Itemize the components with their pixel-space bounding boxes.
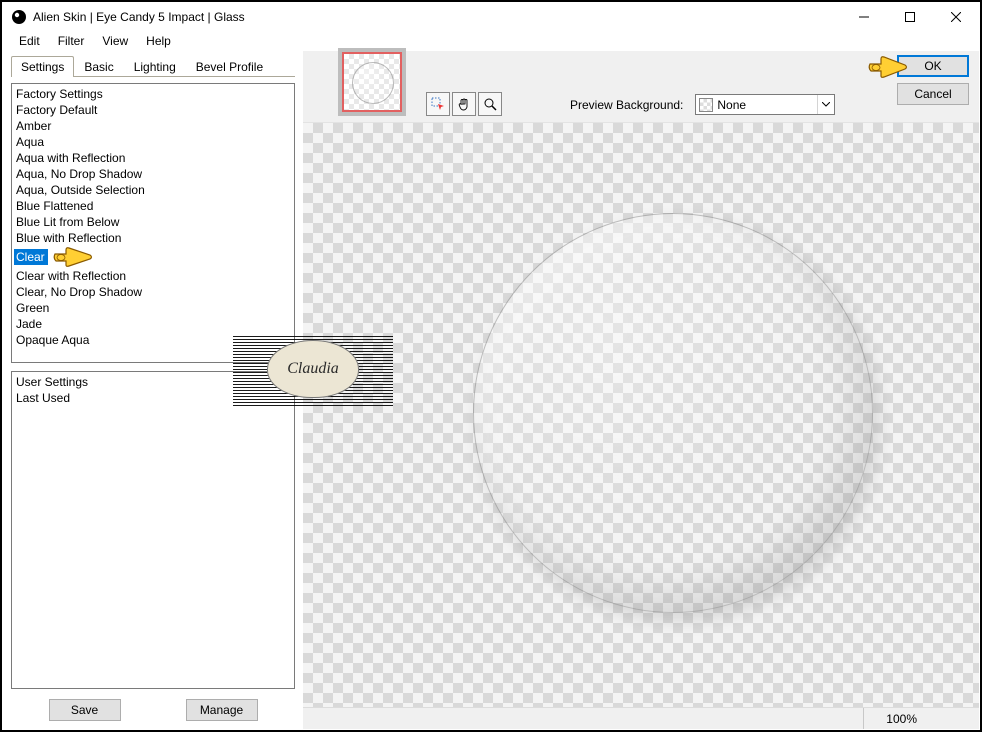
list-item[interactable]: Aqua with Reflection — [14, 150, 127, 166]
list-item[interactable]: Blue with Reflection — [14, 230, 123, 246]
zoom-level: 100% — [863, 708, 939, 729]
pointer-icon — [52, 246, 94, 268]
list-item[interactable]: Opaque Aqua — [14, 332, 91, 348]
preview-bg-label: Preview Background: — [570, 98, 683, 112]
preview-canvas[interactable] — [303, 123, 979, 707]
menu-edit[interactable]: Edit — [11, 32, 48, 50]
minimize-button[interactable] — [841, 3, 887, 31]
titlebar: Alien Skin | Eye Candy 5 Impact | Glass — [3, 3, 979, 31]
close-button[interactable] — [933, 3, 979, 31]
list-item[interactable]: Clear — [14, 249, 48, 265]
tab-settings[interactable]: Settings — [11, 56, 74, 77]
tab-lighting[interactable]: Lighting — [124, 56, 186, 77]
cancel-button[interactable]: Cancel — [897, 83, 969, 105]
list-item[interactable]: Aqua, Outside Selection — [14, 182, 147, 198]
app-window: Alien Skin | Eye Candy 5 Impact | Glass … — [2, 2, 980, 730]
menu-help[interactable]: Help — [138, 32, 179, 50]
settings-tabs: Settings Basic Lighting Bevel Profile — [11, 55, 295, 77]
pointer-icon — [867, 54, 909, 80]
list-item[interactable]: Factory Default — [14, 102, 99, 118]
left-panel: Settings Basic Lighting Bevel Profile Fa… — [3, 51, 303, 729]
factory-settings-list[interactable]: Factory Settings Factory DefaultAmberAqu… — [11, 83, 295, 363]
list-item[interactable]: Clear, No Drop Shadow — [14, 284, 144, 300]
menu-view[interactable]: View — [94, 32, 136, 50]
window-title: Alien Skin | Eye Candy 5 Impact | Glass — [33, 10, 841, 24]
maximize-button[interactable] — [887, 3, 933, 31]
save-button[interactable]: Save — [49, 699, 121, 721]
list-item[interactable]: Blue Lit from Below — [14, 214, 121, 230]
chevron-down-icon — [817, 95, 834, 114]
preview-thumbnail[interactable] — [338, 48, 406, 116]
list-item[interactable]: Green — [14, 300, 51, 316]
preview-bg-value: None — [717, 98, 746, 112]
app-icon — [11, 9, 27, 25]
swatch-icon — [699, 98, 713, 112]
user-settings-list[interactable]: User Settings Last Used — [11, 371, 295, 689]
tool-select-icon[interactable] — [426, 92, 450, 116]
right-panel: Preview Background: None OK Cancel — [303, 51, 979, 729]
status-bar: 100% — [303, 707, 979, 729]
preview-toolbar: Preview Background: None OK Cancel — [303, 51, 979, 123]
list-item[interactable]: Blue Flattened — [14, 198, 95, 214]
menubar: Edit Filter View Help — [3, 31, 979, 51]
tab-basic[interactable]: Basic — [74, 56, 123, 77]
list-item[interactable]: Aqua — [14, 134, 46, 150]
factory-settings-header: Factory Settings — [14, 86, 292, 102]
menu-filter[interactable]: Filter — [50, 32, 93, 50]
list-item[interactable]: Clear with Reflection — [14, 268, 128, 284]
tool-hand-icon[interactable] — [452, 92, 476, 116]
tool-zoom-icon[interactable] — [478, 92, 502, 116]
main-content: Settings Basic Lighting Bevel Profile Fa… — [3, 51, 979, 729]
list-item[interactable]: Last Used — [14, 390, 292, 406]
preview-bg-select[interactable]: None — [695, 94, 835, 115]
list-item[interactable]: Amber — [14, 118, 53, 134]
user-settings-header: User Settings — [14, 374, 292, 390]
glass-effect-preview — [473, 213, 873, 613]
manage-button[interactable]: Manage — [186, 699, 258, 721]
tab-bevel-profile[interactable]: Bevel Profile — [186, 56, 273, 77]
list-item[interactable]: Jade — [14, 316, 44, 332]
list-item[interactable]: Aqua, No Drop Shadow — [14, 166, 144, 182]
